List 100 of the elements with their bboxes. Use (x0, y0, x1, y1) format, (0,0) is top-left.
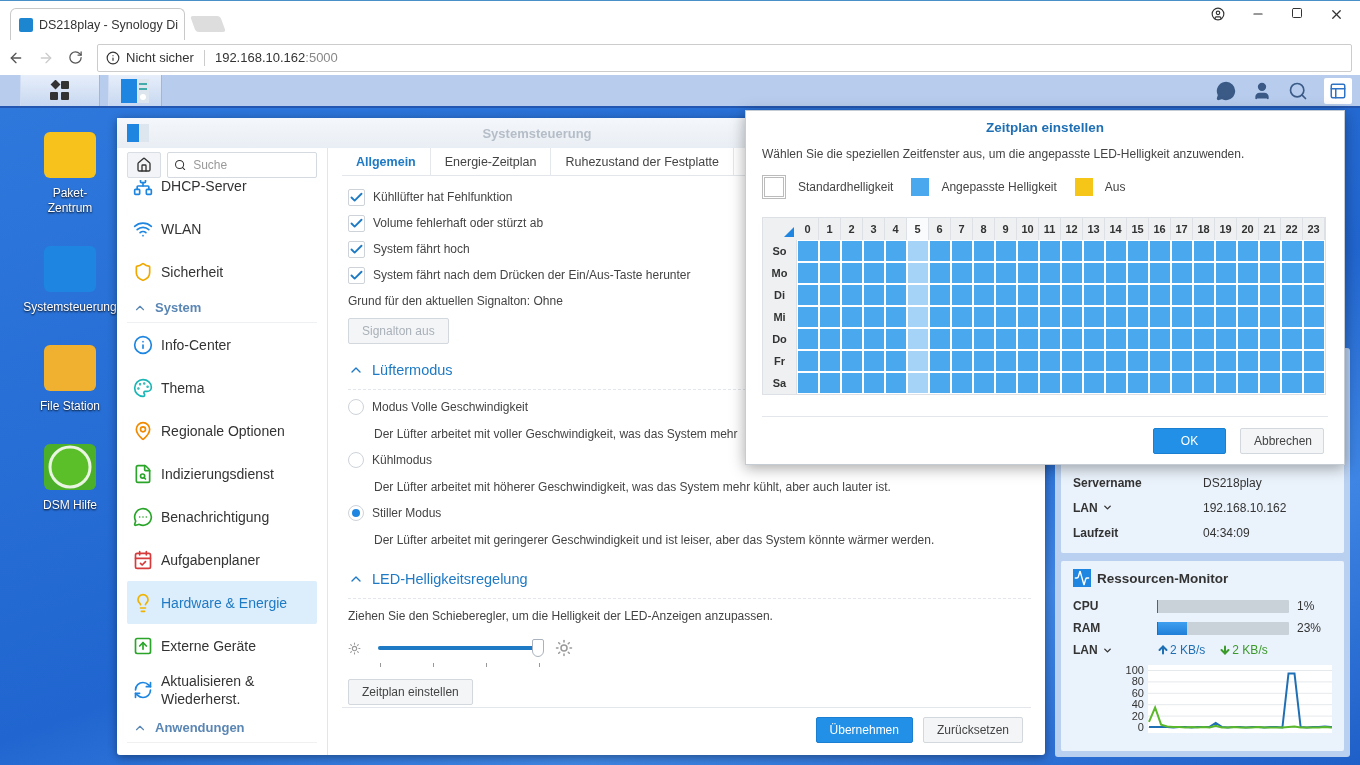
schedule-slot[interactable] (996, 329, 1016, 349)
maximize-icon[interactable] (1291, 7, 1303, 19)
schedule-slot[interactable] (908, 329, 928, 349)
schedule-slot[interactable] (1150, 285, 1170, 305)
schedule-slot[interactable] (1282, 329, 1302, 349)
schedule-slot[interactable] (1260, 285, 1280, 305)
sidebar-item[interactable]: Sicherheit (127, 250, 317, 293)
schedule-slot[interactable] (1260, 307, 1280, 327)
schedule-slot[interactable] (908, 351, 928, 371)
schedule-slot[interactable] (1216, 351, 1236, 371)
schedule-slot[interactable] (842, 241, 862, 261)
schedule-slot[interactable] (842, 329, 862, 349)
schedule-slot[interactable] (864, 307, 884, 327)
schedule-slot[interactable] (1040, 263, 1060, 283)
schedule-slot[interactable] (1238, 351, 1258, 371)
hour-header[interactable]: 2 (841, 218, 863, 240)
schedule-slot[interactable] (930, 329, 950, 349)
schedule-slot[interactable] (1150, 373, 1170, 393)
schedule-slot[interactable] (1172, 285, 1192, 305)
schedule-slot[interactable] (1106, 329, 1126, 349)
new-tab-button[interactable] (190, 16, 226, 32)
schedule-slot[interactable] (1172, 241, 1192, 261)
schedule-slot[interactable] (1106, 263, 1126, 283)
sidebar-item[interactable]: Benachrichtigung (127, 495, 317, 538)
checkbox[interactable] (348, 188, 365, 206)
hour-header[interactable]: 23 (1303, 218, 1325, 240)
schedule-slot[interactable] (1062, 373, 1082, 393)
schedule-slot[interactable] (864, 263, 884, 283)
schedule-slot[interactable] (798, 351, 818, 371)
hour-header[interactable]: 21 (1259, 218, 1281, 240)
schedule-slot[interactable] (798, 329, 818, 349)
schedule-slot[interactable] (974, 351, 994, 371)
schedule-slot[interactable] (1084, 329, 1104, 349)
schedule-slot[interactable] (886, 329, 906, 349)
schedule-slot[interactable] (1106, 241, 1126, 261)
hour-header[interactable]: 15 (1127, 218, 1149, 240)
schedule-slot[interactable] (820, 351, 840, 371)
schedule-slot[interactable] (1062, 241, 1082, 261)
schedule-slot[interactable] (886, 285, 906, 305)
schedule-slot[interactable] (1260, 241, 1280, 261)
schedule-slot[interactable] (886, 263, 906, 283)
schedule-slot[interactable] (1282, 241, 1302, 261)
schedule-slot[interactable] (1062, 329, 1082, 349)
schedule-slot[interactable] (1018, 351, 1038, 371)
schedule-slot[interactable] (930, 351, 950, 371)
schedule-slot[interactable] (908, 307, 928, 327)
schedule-slot[interactable] (1304, 285, 1324, 305)
schedule-slot[interactable] (1282, 307, 1302, 327)
schedule-slot[interactable] (820, 329, 840, 349)
schedule-slot[interactable] (820, 263, 840, 283)
lan-dropdown[interactable]: LAN (1073, 643, 1149, 657)
schedule-slot[interactable] (1150, 351, 1170, 371)
reset-button[interactable]: Zurücksetzen (922, 716, 1023, 743)
hour-header[interactable]: 18 (1193, 218, 1215, 240)
schedule-slot[interactable] (952, 241, 972, 261)
hour-header[interactable]: 1 (819, 218, 841, 240)
schedule-slot[interactable] (1040, 307, 1060, 327)
select-all-icon[interactable] (784, 227, 794, 237)
sidebar-item[interactable]: Aktualisieren & Wiederherst. (127, 667, 317, 713)
reload-icon[interactable] (68, 50, 83, 65)
schedule-slot[interactable] (1238, 329, 1258, 349)
tab[interactable]: Allgemein (342, 148, 431, 175)
schedule-slot[interactable] (1194, 329, 1214, 349)
schedule-slot[interactable] (1304, 329, 1324, 349)
schedule-slot[interactable] (1084, 373, 1104, 393)
hour-header[interactable]: 0 (797, 218, 819, 240)
hour-header[interactable]: 14 (1105, 218, 1127, 240)
schedule-slot[interactable] (1084, 263, 1104, 283)
schedule-slot[interactable] (1018, 241, 1038, 261)
schedule-slot[interactable] (1018, 373, 1038, 393)
hour-header[interactable]: 10 (1017, 218, 1039, 240)
schedule-slot[interactable] (1238, 241, 1258, 261)
hour-header[interactable]: 4 (885, 218, 907, 240)
checkbox[interactable] (348, 240, 365, 258)
hour-header[interactable]: 13 (1083, 218, 1105, 240)
info-label[interactable]: LAN (1073, 500, 1203, 515)
sidebar-section[interactable]: Anwendungen (127, 713, 317, 743)
schedule-slot[interactable] (1216, 263, 1236, 283)
schedule-slot[interactable] (930, 285, 950, 305)
schedule-slot[interactable] (996, 263, 1016, 283)
hour-header[interactable]: 12 (1061, 218, 1083, 240)
sidebar-item[interactable]: Hardware & Energie (127, 581, 317, 624)
browser-tab[interactable]: DS218play - Synology Di (10, 8, 185, 40)
schedule-slot[interactable] (1172, 351, 1192, 371)
sidebar-item[interactable]: WLAN (127, 207, 317, 250)
schedule-slot[interactable] (1128, 307, 1148, 327)
day-header[interactable]: Mi (763, 306, 797, 328)
schedule-slot[interactable] (996, 373, 1016, 393)
schedule-slot[interactable] (1062, 351, 1082, 371)
hour-header[interactable]: 11 (1039, 218, 1061, 240)
schedule-slot[interactable] (1260, 329, 1280, 349)
schedule-slot[interactable] (1304, 373, 1324, 393)
schedule-slot[interactable] (1238, 263, 1258, 283)
schedule-slot[interactable] (864, 241, 884, 261)
schedule-slot[interactable] (1194, 373, 1214, 393)
sidebar-item[interactable]: Info-Center (127, 323, 317, 366)
schedule-slot[interactable] (1216, 241, 1236, 261)
schedule-slot[interactable] (1018, 329, 1038, 349)
schedule-slot[interactable] (1304, 307, 1324, 327)
tab[interactable]: Energie-Zeitplan (430, 148, 552, 175)
